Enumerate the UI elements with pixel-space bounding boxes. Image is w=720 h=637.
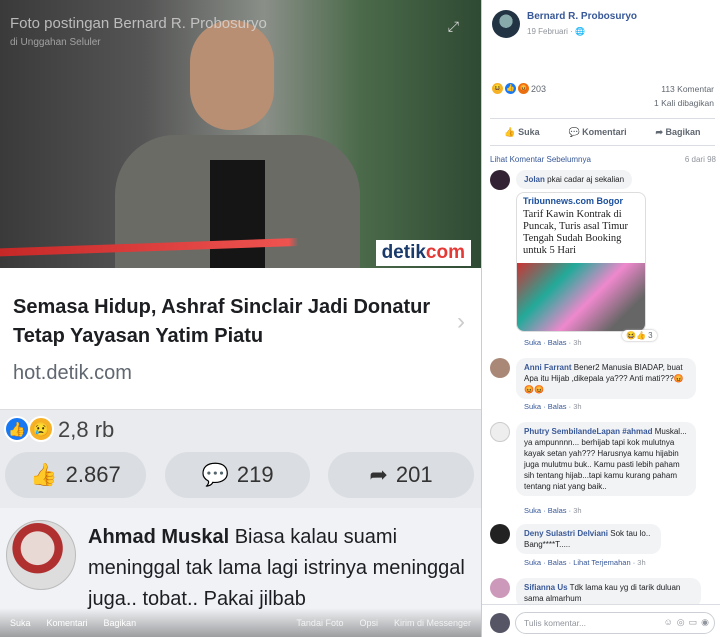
photo-viewer: Foto postingan Bernard R. Probosuryo di … (0, 0, 481, 637)
like-count-button[interactable]: 👍 2.867 (5, 452, 146, 498)
photo-like-button[interactable]: Suka (10, 618, 31, 628)
article-image[interactable]: Foto postingan Bernard R. Probosuryo di … (0, 0, 481, 268)
like-count: 2.867 (65, 462, 121, 487)
avatar[interactable] (490, 578, 510, 598)
expand-icon[interactable]: ⤢ (448, 18, 459, 35)
comment-page-count: 6 dari 98 (684, 155, 716, 164)
reactions-summary[interactable]: 👍 😢 2,8 rb (0, 410, 481, 450)
tribunnews-logo: Tribunnews.com Bogor (523, 196, 624, 206)
photo-caption: Foto postingan Bernard R. Probosuryo (10, 15, 267, 32)
avatar[interactable] (490, 422, 510, 442)
view-previous-comments[interactable]: Lihat Komentar Sebelumnya (490, 155, 591, 164)
reaction-count: 2,8 rb (58, 417, 115, 442)
comment-count: 219 (236, 462, 274, 487)
comment-bubble: Phutry SembilandeLapan #ahmad Muskal... … (516, 422, 696, 496)
comment-bubble: Jolan pkai cadar aj sekalian (516, 170, 633, 189)
side-like-button[interactable]: 👍 Suka (504, 127, 539, 138)
globe-icon: 🌐 (575, 27, 585, 36)
thumbs-up-icon: 👍 (504, 126, 516, 137)
news-photo (517, 263, 645, 331)
like-reaction-icon: 👍 (4, 416, 30, 442)
avatar[interactable] (490, 524, 510, 544)
featured-comment-text: Ahmad Muskal Biasa kalau suami meninggal… (88, 522, 473, 615)
detik-logo: detikcom (375, 240, 471, 266)
avatar[interactable] (6, 520, 76, 590)
comment-reply-link[interactable]: Balas (548, 558, 567, 567)
share-icon: ➦ (655, 126, 664, 137)
photo-share-button[interactable]: Bagikan (104, 618, 137, 628)
hashtag-link[interactable]: #ahmad (622, 427, 652, 436)
side-reactions[interactable]: 😆 👍 😡 203 (492, 83, 546, 94)
see-translation-link[interactable]: Lihat Terjemahan (573, 558, 630, 567)
commenter-name[interactable]: Phutry SembilandeLapan (524, 427, 620, 436)
camera-icon[interactable]: ◎ (677, 617, 689, 627)
composer-tools: ☺◎▭◉ (664, 617, 713, 628)
photo-sub-caption: di Unggahan Seluler (10, 37, 101, 48)
avatar (490, 613, 510, 633)
article-title[interactable]: Semasa Hidup, Ashraf Sinclair Jadi Donat… (13, 293, 453, 351)
share-count-button[interactable]: ➦ 201 (328, 452, 474, 498)
photo-action-bar: Suka Komentari Bagikan Tandai Foto Opsi … (0, 608, 481, 637)
attached-news-image[interactable]: Tribunnews.com Bogor Tarif Kawin Kontrak… (516, 192, 646, 332)
angry-reaction-icon: 😡 (518, 83, 529, 94)
commenter-name[interactable]: Jolan (524, 175, 545, 184)
commenter-name[interactable]: Anni Farrant (524, 363, 572, 372)
share-count: 201 (395, 462, 433, 487)
side-reaction-count: 203 (531, 83, 547, 94)
send-messenger-button[interactable]: Kirim di Messenger (394, 618, 471, 628)
shares-stat[interactable]: 1 Kali dibagikan (654, 98, 714, 108)
side-share-button[interactable]: ➦ Bagikan (655, 127, 700, 138)
author-name[interactable]: Bernard R. Probosuryo (527, 11, 637, 22)
news-reaction-badge: 😆👍 3 (622, 330, 657, 341)
comment-bubble: Deny Sulastri Delviani Sok tau lo.. Bang… (516, 524, 661, 554)
comment-like-link[interactable]: Suka (524, 506, 541, 515)
post-actions: 👍 Suka 💬 Komentari ➦ Bagikan (490, 118, 715, 146)
comment-bubble: Anni Farrant Bener2 Manusia BIADAP, buat… (516, 358, 696, 399)
comment-like-link[interactable]: Suka (524, 402, 541, 411)
news-headline: Tarif Kawin Kontrak di Puncak, Turis asa… (523, 209, 629, 256)
person-head (190, 20, 274, 130)
comment-composer: Tulis komentar... ☺◎▭◉ (482, 604, 720, 637)
comment-like-link[interactable]: Suka (524, 558, 541, 567)
haha-reaction-icon: 😆 (492, 83, 503, 94)
share-icon: ➦ (369, 462, 388, 487)
person-shirt (210, 160, 265, 268)
gif-icon[interactable]: ▭ (689, 617, 702, 627)
comment-icon: 💬 (201, 462, 229, 487)
photo-comment-button[interactable]: Komentari (47, 618, 88, 628)
options-button[interactable]: Opsi (359, 618, 378, 628)
article-link-card[interactable]: Semasa Hidup, Ashraf Sinclair Jadi Donat… (0, 268, 481, 410)
article-domain: hot.detik.com (13, 362, 132, 384)
post-date: 19 Februari · 🌐 (527, 27, 585, 36)
avatar[interactable] (490, 170, 510, 190)
side-comment-button[interactable]: 💬 Komentari (568, 127, 626, 138)
commenter-name[interactable]: Ahmad Muskal (88, 526, 229, 548)
sticker-icon[interactable]: ◉ (701, 617, 713, 627)
sad-reaction-icon: 😢 (28, 416, 54, 442)
comment-reply-link[interactable]: Balas (548, 338, 567, 347)
comment-count-button[interactable]: 💬 219 (165, 452, 310, 498)
tag-photo-button[interactable]: Tandai Foto (296, 618, 343, 628)
comments-stat[interactable]: 113 Komentar (661, 84, 714, 94)
emoji-icon[interactable]: ☺ (664, 617, 677, 627)
avatar[interactable] (490, 358, 510, 378)
comment-reply-link[interactable]: Balas (548, 506, 567, 515)
comment-icon: 💬 (568, 126, 580, 137)
like-reaction-icon: 👍 (505, 83, 516, 94)
comment-like-link[interactable]: Suka (524, 338, 541, 347)
avatar[interactable] (492, 10, 520, 38)
comment-reply-link[interactable]: Balas (548, 402, 567, 411)
comments-panel: Bernard R. Probosuryo 19 Februari · 🌐 😆 … (481, 0, 720, 637)
chevron-right-icon: › (457, 308, 465, 335)
commenter-name[interactable]: Sifianna Us (524, 583, 568, 592)
thumbs-up-icon: 👍 (30, 462, 58, 487)
commenter-name[interactable]: Deny Sulastri Delviani (524, 529, 608, 538)
